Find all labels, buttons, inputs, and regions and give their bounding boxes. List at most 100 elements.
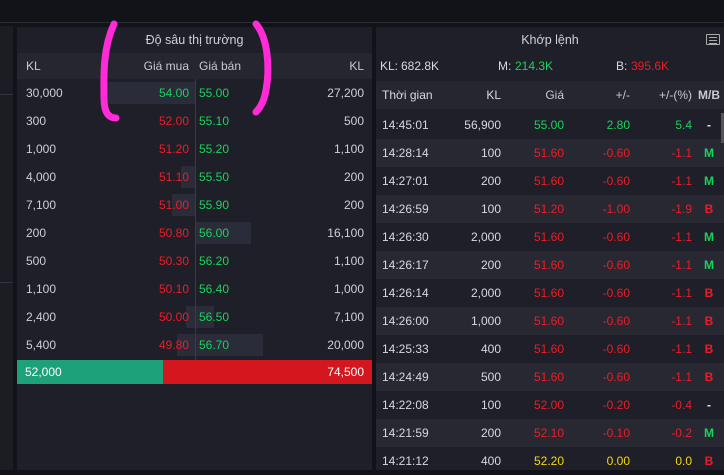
trade-volume: 200 [480,174,501,188]
trade-side: M [704,230,714,244]
ask-price: 56.70 [199,338,230,352]
matched-row[interactable]: 14:28:14 100 51.60 -0.60 -1.1 M [376,139,724,167]
trade-price: 52.00 [533,398,564,412]
trade-change: 2.80 [606,118,630,132]
ask-volume: 20,000 [327,338,364,352]
ask-price: 55.20 [199,142,230,156]
total-ask-volume: 74,500 [327,365,364,379]
ask-price: 56.20 [199,254,230,268]
total-bid-volume: 52,000 [25,365,62,379]
matched-row[interactable]: 14:45:01 56,900 55.00 2.80 5.4 - [376,111,724,139]
bid-price: 50.10 [158,282,189,296]
trade-price: 55.00 [533,118,564,132]
trade-side: M [704,426,714,440]
trade-volume: 100 [480,398,501,412]
bid-volume: 30,000 [26,86,63,100]
matched-summary: KL: 682.8K M: 214.3K B: 395.6K [376,53,724,79]
trade-volume: 200 [480,258,501,272]
trade-side: B [704,342,714,356]
total-volume-label: KL: [380,59,399,73]
trade-change-percent: -0.2 [671,426,692,440]
trade-price: 51.60 [533,230,564,244]
trade-side: M [704,174,714,188]
trade-side: B [704,202,714,216]
trade-change-percent: 0.0 [675,454,692,468]
ask-price: 55.50 [199,170,230,184]
matched-row[interactable]: 14:21:59 200 52.10 -0.10 -0.2 M [376,419,724,447]
bid-price: 51.20 [158,142,189,156]
matched-orders-panel: Khớp lệnh KL: 682.8K M: 214.3K B: 395.6K… [376,27,724,470]
ask-volume: 7,100 [333,310,364,324]
trade-change-percent: -1.1 [671,370,692,384]
trade-change: -1.00 [602,202,630,216]
trade-price: 51.60 [533,146,564,160]
matched-header-row: Thời gian KL Giá +/- +/-(%) M/B [376,81,724,109]
matched-row[interactable]: 14:26:00 1,000 51.60 -0.60 -1.1 B [376,307,724,335]
trade-side: - [707,118,711,132]
ask-volume: 1,100 [333,254,364,268]
ask-volume: 1,000 [333,282,364,296]
matched-row[interactable]: 14:22:08 100 52.00 -0.20 -0.4 - [376,391,724,419]
trade-time: 14:25:33 [382,342,429,356]
ask-volume: 1,100 [333,142,364,156]
trade-change-percent: -1.1 [671,258,692,272]
header-volume: KL [486,88,501,102]
header-change: +/- [615,88,630,102]
menu-icon[interactable] [706,34,720,45]
left-side-panel [0,26,13,470]
ask-volume: 500 [343,114,364,128]
trade-price: 51.20 [533,202,564,216]
trade-side: - [707,398,711,412]
trade-change: -0.60 [602,370,630,384]
header-time: Thời gian [382,88,433,102]
matched-row[interactable]: 14:27:01 200 51.60 -0.60 -1.1 M [376,167,724,195]
header-ask-volume: KL [349,59,364,73]
trade-volume: 100 [480,146,501,160]
matched-row[interactable]: 14:26:59 100 51.20 -1.00 -1.9 B [376,195,724,223]
matched-row[interactable]: 14:25:33 400 51.60 -0.60 -1.1 B [376,335,724,363]
matched-row[interactable]: 14:21:12 400 52.20 0.00 0.0 B [376,447,724,475]
trade-side: M [704,258,714,272]
trade-side: B [704,370,714,384]
bid-price: 51.00 [158,198,189,212]
trade-change-percent: 5.4 [675,118,692,132]
matched-row[interactable]: 14:26:17 200 51.60 -0.60 -1.1 M [376,251,724,279]
trade-time: 14:26:14 [382,286,429,300]
bid-volume: 7,100 [26,198,57,212]
trade-change-percent: -1.1 [671,314,692,328]
ask-price: 55.00 [199,86,230,100]
price-divider [195,79,196,361]
depth-header-row: KL Giá mua Giá bán KL [17,53,372,79]
matched-row[interactable]: 14:26:30 2,000 51.60 -0.60 -1.1 M [376,223,724,251]
trade-time: 14:21:12 [382,454,429,468]
totals-bar: 52,000 74,500 [17,360,372,384]
trade-volume: 2,000 [470,230,501,244]
ask-price: 56.00 [199,226,230,240]
sell-volume-value: 395.6K [631,59,670,73]
matched-row[interactable]: 14:24:49 500 51.60 -0.60 -1.1 B [376,363,724,391]
trade-time: 14:45:01 [382,118,429,132]
trade-time: 14:27:01 [382,174,429,188]
trade-volume: 56,900 [464,118,501,132]
matched-row[interactable]: 14:26:14 2,000 51.60 -0.60 -1.1 B [376,279,724,307]
buy-volume-value: 214.3K [515,59,554,73]
trade-price: 51.60 [533,174,564,188]
bid-price: 49.80 [158,338,189,352]
trade-volume: 200 [480,426,501,440]
header-side: M/B [698,88,720,102]
trade-change-percent: -1.1 [671,286,692,300]
trade-change: -0.60 [602,342,630,356]
trade-price: 51.60 [533,258,564,272]
trade-change-percent: -1.1 [671,230,692,244]
buy-volume-label: M: [498,59,512,73]
trade-price: 51.60 [533,342,564,356]
ask-price: 56.50 [199,310,230,324]
trade-change: -0.60 [602,314,630,328]
trade-side: B [704,454,714,468]
trade-volume: 400 [480,342,501,356]
trade-time: 14:22:08 [382,398,429,412]
trade-change: -0.60 [602,146,630,160]
ask-price: 56.40 [199,282,230,296]
trade-volume: 1,000 [470,314,501,328]
trade-time: 14:21:59 [382,426,429,440]
